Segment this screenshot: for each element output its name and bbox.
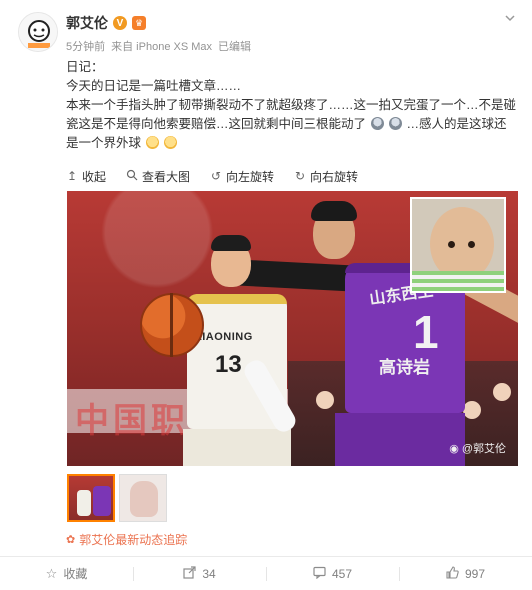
media-toolbar: ↥ 收起 查看大图 ↺ 向左旋转 ↻ 向右旋转 [66,167,516,185]
watermark-text: @郭艾伦 [461,443,506,455]
smile-emoji-icon [163,136,177,149]
meme-face [430,207,494,281]
purple-shorts [335,413,465,466]
like-count: 997 [464,566,486,581]
rotate-left-icon: ↺ [211,169,222,183]
star-icon: ☆ [45,565,58,581]
basketball-seam [170,293,173,357]
like-button[interactable]: 997 [399,557,532,590]
watermark: ◉ @郭艾伦 [449,440,506,456]
favorite-label: 收藏 [63,567,88,581]
white-player: LIAONING 13 [169,235,300,466]
meme-eye [448,241,455,248]
repost-count: 34 [202,566,216,581]
thumbnail-strip [67,474,167,522]
repost-icon [183,565,196,582]
view-large-button[interactable]: 查看大图 [126,167,190,185]
player-hair [211,235,251,251]
search-icon [126,169,138,184]
comment-button[interactable]: 457 [266,557,399,590]
comment-icon [313,566,326,582]
post-source[interactable]: 来自 iPhone XS Max [111,38,212,54]
thumbnail-1[interactable] [67,474,115,522]
white-jersey-trim [187,294,287,304]
trace-link[interactable]: ✿ 郭艾伦最新动态追踪 [66,531,187,548]
more-icon[interactable] [502,10,518,26]
view-large-label: 查看大图 [142,169,191,184]
text-line: 日记： [66,60,104,74]
action-bar: ☆ 收藏 34 457 997 [0,557,532,590]
edited-label: 已编辑 [218,41,251,53]
inset-meme-image [410,197,506,293]
white-number: 13 [215,351,242,378]
purple-number: 1 [413,306,439,358]
post-header: 郭艾伦 V ♛ 5分钟前 来自 iPhone XS Max 已编辑 [0,0,532,60]
post-time[interactable]: 5分钟前 [66,38,105,54]
favorite-button[interactable]: ☆ 收藏 [0,557,133,590]
member-badge: ♛ [132,16,146,30]
trace-icon: ✿ [66,534,76,546]
hand-image [130,481,158,517]
meme-eye [468,241,475,248]
smile-emoji-icon [145,136,159,149]
rotate-right-label: 向右旋转 [310,169,359,184]
rotate-right-button[interactable]: ↻ 向右旋转 [294,167,358,185]
face-emoji-icon [370,117,384,130]
white-shorts [183,429,291,466]
purple-name: 高诗岩 [379,358,430,377]
white-team-text: LIAONING [195,331,253,343]
avatar[interactable] [18,12,58,52]
post-text: 日记： 今天的日记是一篇吐槽文章…… 本来一个手指头肿了韧带撕裂动不了就超级疼了… [66,58,516,153]
text-line: 今天的日记是一篇吐槽文章…… [66,79,242,93]
rotate-left-label: 向左旋转 [226,169,275,184]
weibo-icon: ◉ [449,442,459,455]
repost-button[interactable]: 34 [133,557,266,590]
rotate-right-icon: ↻ [295,169,306,183]
thumbnail-2[interactable] [119,474,167,522]
like-icon [446,565,459,582]
face-emoji-icon [388,117,402,130]
comment-count: 457 [331,566,353,581]
trace-label: 郭艾伦最新动态追踪 [79,533,188,547]
text-line: 本来一个手指头肿了韧带撕裂动不了就超级疼了……这一拍又完蛋了一个…不是碰瓷这是不… [66,96,516,153]
username-row: 郭艾伦 V ♛ [66,13,146,33]
collapse-label: 收起 [82,169,107,184]
verified-badge: V [113,16,127,30]
meme-shirt [412,271,504,291]
post-meta: 5分钟前 来自 iPhone XS Max 已编辑 [66,38,251,54]
username[interactable]: 郭艾伦 [66,13,108,33]
defender-hair [311,201,357,221]
rotate-left-button[interactable]: ↺ 向左旋转 [210,167,274,185]
collapse-button[interactable]: ↥ 收起 [66,167,106,185]
post-photo[interactable]: 中国职 山东西王 1 高诗岩 LIAONING 13 ◉ @郭艾伦 [67,191,518,466]
collapse-icon: ↥ [66,169,78,183]
